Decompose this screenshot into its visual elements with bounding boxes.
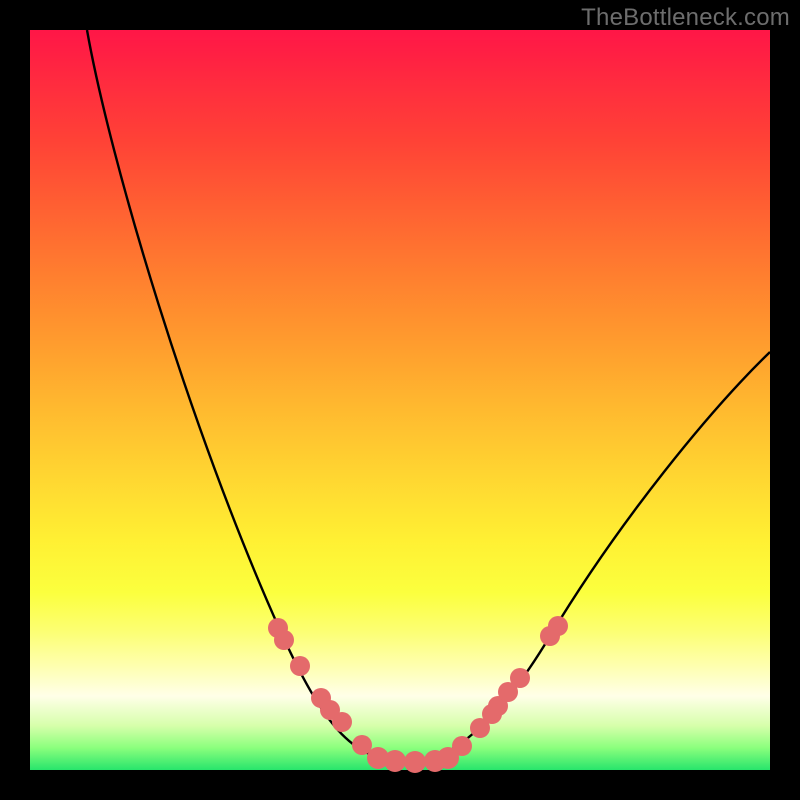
chart-markers — [268, 616, 568, 773]
watermark-text: TheBottleneck.com — [581, 4, 790, 32]
marker — [290, 656, 310, 676]
chart-curve — [87, 30, 770, 762]
marker — [404, 751, 426, 773]
marker — [332, 712, 352, 732]
marker — [384, 750, 406, 772]
marker — [274, 630, 294, 650]
chart-svg — [30, 30, 770, 770]
marker — [510, 668, 530, 688]
marker — [548, 616, 568, 636]
chart-frame: TheBottleneck.com — [0, 0, 800, 800]
marker — [452, 736, 472, 756]
